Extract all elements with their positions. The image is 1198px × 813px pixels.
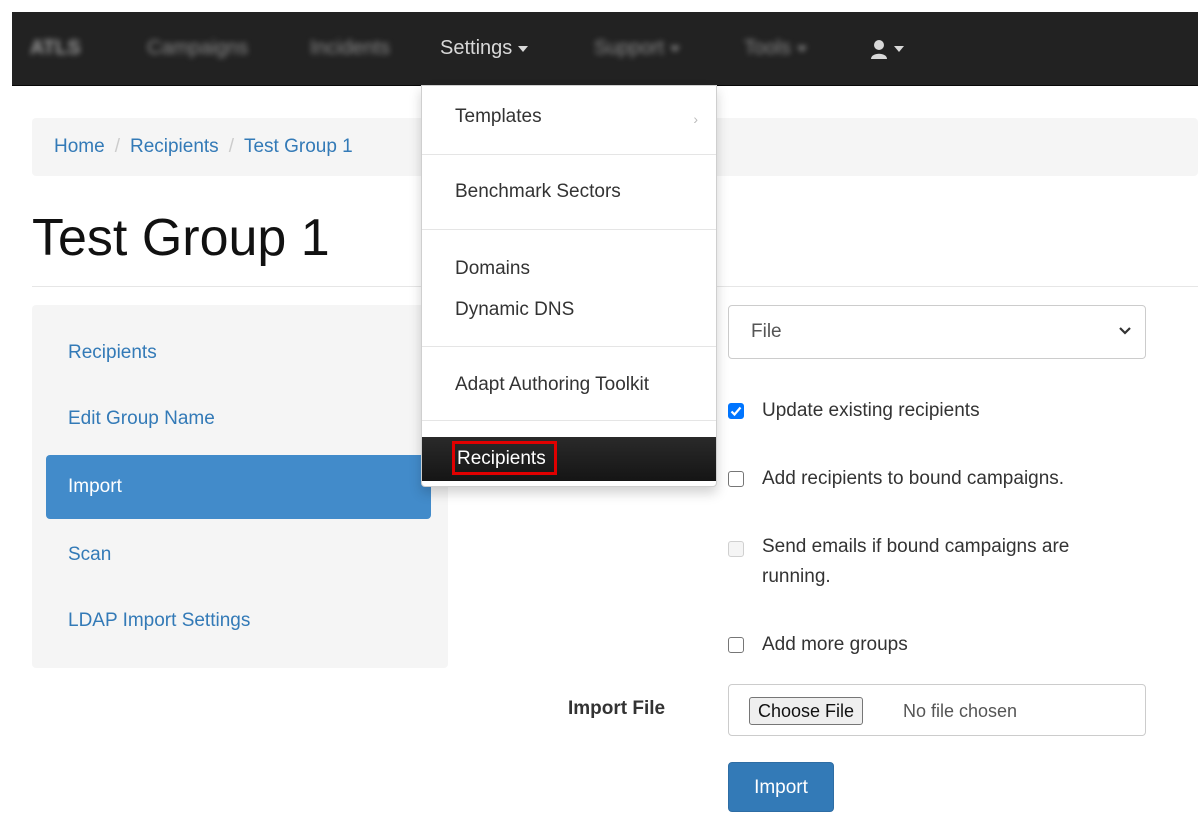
import-file-input[interactable]: Choose File No file chosen	[728, 684, 1146, 736]
chevron-right-icon: ›	[693, 111, 698, 127]
user-icon	[871, 39, 887, 59]
menu-divider	[422, 420, 716, 421]
chevron-down-icon	[1119, 327, 1131, 335]
menu-item-dynamic-dns[interactable]: Dynamic DNS	[455, 299, 574, 321]
breadcrumb-separator: /	[114, 136, 120, 157]
nav-campaigns[interactable]: Campaigns	[147, 12, 248, 85]
nav-support-label: Support	[594, 37, 665, 59]
import-source-select[interactable]: File	[728, 305, 1146, 359]
side-nav-scan[interactable]: Scan	[46, 523, 431, 587]
nav-tools-label: Tools	[744, 37, 791, 59]
side-nav-edit-group-name[interactable]: Edit Group Name	[46, 387, 431, 451]
update-existing-label: Update existing recipients	[762, 400, 980, 421]
breadcrumb-separator: /	[228, 136, 234, 157]
menu-divider	[422, 229, 716, 230]
choose-file-button[interactable]: Choose File	[749, 697, 864, 725]
menu-item-benchmark-sectors[interactable]: Benchmark Sectors	[455, 181, 621, 203]
breadcrumb-recipients[interactable]: Recipients	[130, 136, 219, 157]
nav-incidents[interactable]: Incidents	[310, 12, 390, 85]
import-file-label: Import File	[568, 698, 666, 719]
add-groups-label: Add more groups	[762, 634, 908, 655]
menu-item-domains[interactable]: Domains	[455, 258, 530, 280]
add-bound-checkbox[interactable]	[728, 471, 744, 487]
brand-logo[interactable]: ATLS	[30, 12, 81, 85]
breadcrumb-current[interactable]: Test Group 1	[244, 136, 353, 157]
add-bound-label: Add recipients to bound campaigns.	[762, 468, 1065, 489]
chevron-down-icon	[518, 45, 529, 52]
side-nav-ldap-import-settings[interactable]: LDAP Import Settings	[46, 589, 431, 653]
add-groups-checkbox[interactable]	[728, 637, 744, 653]
chevron-down-icon	[670, 45, 681, 52]
menu-divider	[422, 154, 716, 155]
file-status-text: No file chosen	[903, 701, 1018, 721]
chevron-down-icon	[796, 45, 807, 52]
checkmark-icon	[730, 406, 742, 417]
menu-divider	[422, 346, 716, 347]
breadcrumb-home[interactable]: Home	[54, 136, 105, 157]
nav-user-menu[interactable]	[870, 12, 904, 85]
import-button[interactable]: Import	[728, 762, 834, 812]
nav-settings-label: Settings	[440, 37, 513, 59]
menu-item-templates[interactable]: Templates	[455, 106, 542, 128]
side-nav-panel: Recipients Edit Group Name Import Scan L…	[32, 305, 448, 668]
menu-item-adapt-authoring-toolkit[interactable]: Adapt Authoring Toolkit	[455, 374, 649, 396]
page-title: Test Group 1	[32, 209, 330, 267]
chevron-down-icon	[894, 45, 904, 52]
send-emails-checkbox[interactable]	[728, 541, 744, 557]
nav-tools[interactable]: Tools	[744, 12, 807, 85]
nav-support[interactable]: Support	[594, 12, 681, 85]
update-existing-checkbox[interactable]	[728, 403, 744, 419]
menu-item-recipients-label: Recipients	[452, 441, 557, 475]
select-value: File	[751, 321, 782, 342]
send-emails-label: Send emails if bound campaigns are runni…	[762, 536, 1070, 587]
menu-item-recipients[interactable]: Recipients	[422, 437, 716, 481]
side-nav-recipients[interactable]: Recipients	[46, 321, 431, 385]
top-navbar: ATLS Campaigns Incidents Settings Suppor…	[12, 12, 1198, 86]
nav-settings[interactable]: Settings	[440, 12, 529, 85]
settings-dropdown-menu: Templates › Benchmark Sectors Domains Dy…	[421, 85, 717, 487]
side-nav-import[interactable]: Import	[46, 455, 431, 519]
